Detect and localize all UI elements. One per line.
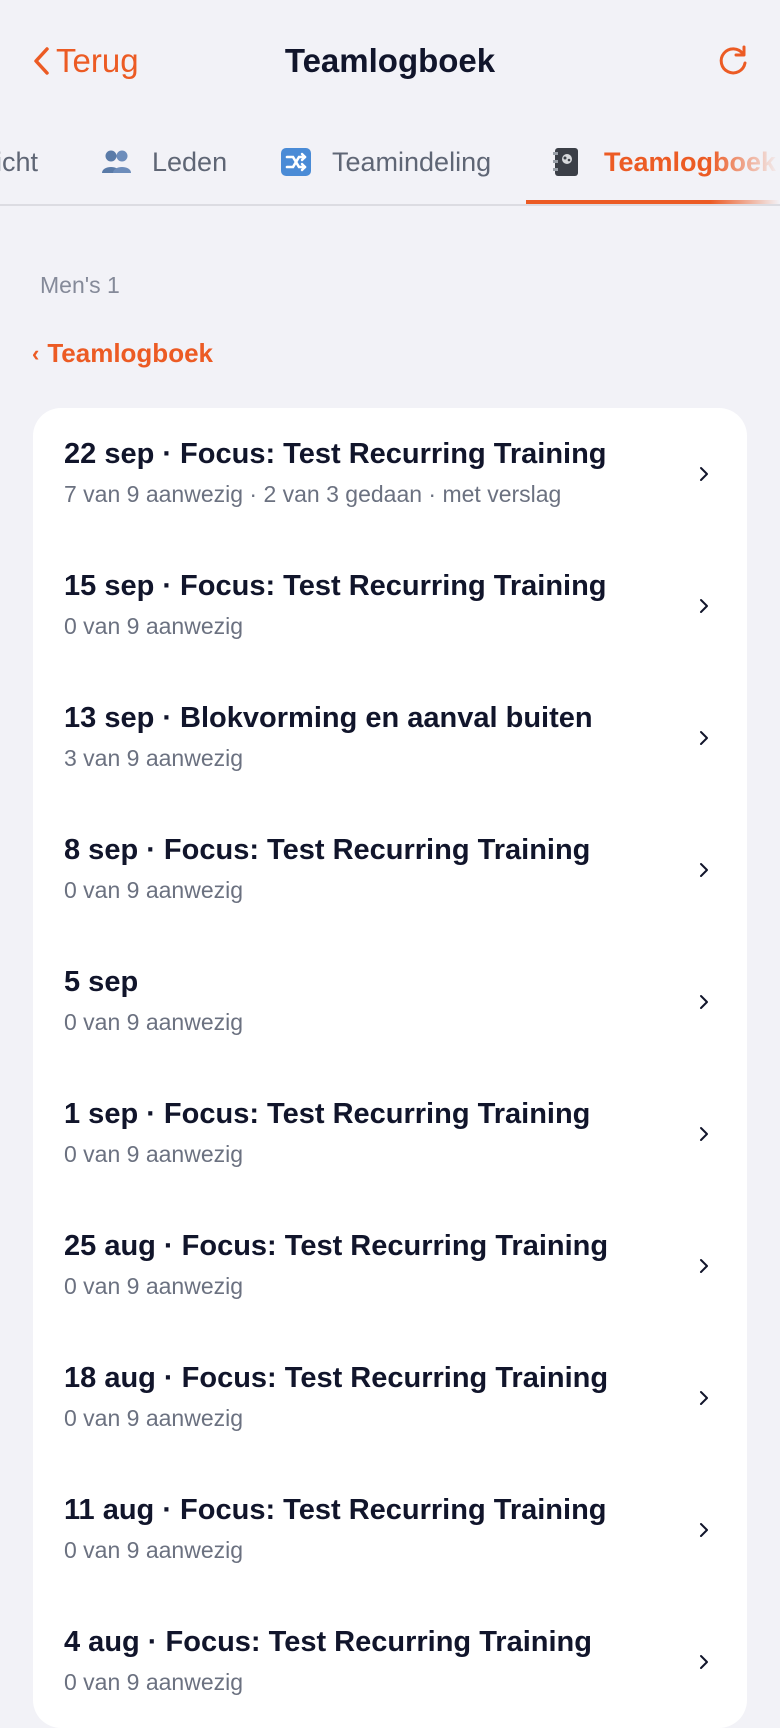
entry-title: 18 aug · Focus: Test Recurring Training [64, 1362, 609, 1394]
chevron-right-icon [700, 467, 708, 481]
entry-title: 15 sep · Focus: Test Recurring Training [64, 570, 607, 602]
active-tab-indicator [526, 200, 780, 204]
entry-subtitle: 0 van 9 aanwezig [64, 877, 244, 903]
entry-title: 5 sep [64, 966, 139, 998]
list-item[interactable]: 11 aug · Focus: Test Recurring Training … [33, 1464, 747, 1596]
list-item[interactable]: 15 sep · Focus: Test Recurring Training … [33, 540, 747, 672]
entry-subtitle: 0 van 9 aanwezig [64, 1669, 244, 1695]
entry-subtitle: 0 van 9 aanwezig [64, 613, 244, 639]
entry-title: 22 sep · Focus: Test Recurring Training [64, 438, 607, 470]
nav-bar: Terug Teamlogboek [0, 0, 780, 120]
entry-title: 25 aug · Focus: Test Recurring Training [64, 1230, 609, 1262]
entry-subtitle: 0 van 9 aanwezig [64, 1273, 244, 1299]
entry-title: 1 sep · Focus: Test Recurring Training [64, 1098, 591, 1130]
list-item[interactable]: 22 sep · Focus: Test Recurring Training … [33, 408, 747, 540]
list-item[interactable]: 13 sep · Blokvorming en aanval buiten 3 … [33, 672, 747, 804]
tab-teamlogboek-label: Teamlogboek [604, 146, 777, 177]
chevron-right-icon [700, 731, 708, 745]
chevron-right-icon [700, 863, 708, 877]
team-name-label: Men's 1 [40, 272, 120, 298]
list-item[interactable]: 1 sep · Focus: Test Recurring Training 0… [33, 1068, 747, 1200]
entry-subtitle: 0 van 9 aanwezig [64, 1009, 244, 1035]
page-title: Teamlogboek [284, 42, 496, 79]
chevron-right-icon [700, 995, 708, 1009]
shuffle-icon [280, 147, 312, 177]
tab-overview[interactable]: icht [0, 140, 38, 184]
logbook-list: 22 sep · Focus: Test Recurring Training … [33, 408, 747, 1728]
list-item[interactable]: 18 aug · Focus: Test Recurring Training … [33, 1332, 747, 1464]
entry-subtitle: 0 van 9 aanwezig [64, 1141, 244, 1167]
tab-teamindeling-label: Teamindeling [332, 146, 492, 177]
chevron-right-icon [700, 1127, 708, 1141]
list-item[interactable]: 5 sep 0 van 9 aanwezig [33, 936, 747, 1068]
list-item[interactable]: 4 aug · Focus: Test Recurring Training 0… [33, 1596, 747, 1728]
tab-leden[interactable]: Leden [100, 140, 227, 184]
tab-teamlogboek[interactable]: Teamlogboek [552, 140, 776, 184]
chevron-right-icon [700, 1391, 708, 1405]
refresh-button[interactable] [714, 42, 752, 80]
entry-title: 4 aug · Focus: Test Recurring Training [64, 1626, 592, 1658]
list-item[interactable]: 25 aug · Focus: Test Recurring Training … [33, 1200, 747, 1332]
entry-title: 8 sep · Focus: Test Recurring Training [64, 834, 591, 866]
entry-subtitle: 3 van 9 aanwezig [64, 745, 244, 771]
people-icon [100, 147, 132, 177]
chevron-right-icon [700, 1259, 708, 1273]
chevron-right-icon [700, 1523, 708, 1537]
tab-overview-label: icht [0, 146, 39, 177]
list-item[interactable]: 8 sep · Focus: Test Recurring Training 0… [33, 804, 747, 936]
entry-title: 11 aug · Focus: Test Recurring Training [64, 1494, 607, 1526]
entry-subtitle: 7 van 9 aanwezig · 2 van 3 gedaan · met … [64, 481, 562, 507]
breadcrumb[interactable]: ‹ Teamlogboek [32, 338, 213, 369]
tab-teamindeling[interactable]: Teamindeling [280, 140, 491, 184]
chevron-right-icon [700, 599, 708, 613]
tab-bar: icht Leden Teamindeling Teamlogboek [0, 120, 780, 206]
chevron-left-icon: ‹ [32, 340, 40, 366]
notebook-icon [552, 147, 584, 177]
entry-subtitle: 0 van 9 aanwezig [64, 1405, 244, 1431]
entry-title: 13 sep · Blokvorming en aanval buiten [64, 702, 593, 734]
chevron-right-icon [700, 1655, 708, 1669]
refresh-icon [719, 45, 747, 75]
entry-subtitle: 0 van 9 aanwezig [64, 1537, 244, 1563]
tab-leden-label: Leden [152, 146, 228, 177]
breadcrumb-label: Teamlogboek [47, 338, 213, 368]
